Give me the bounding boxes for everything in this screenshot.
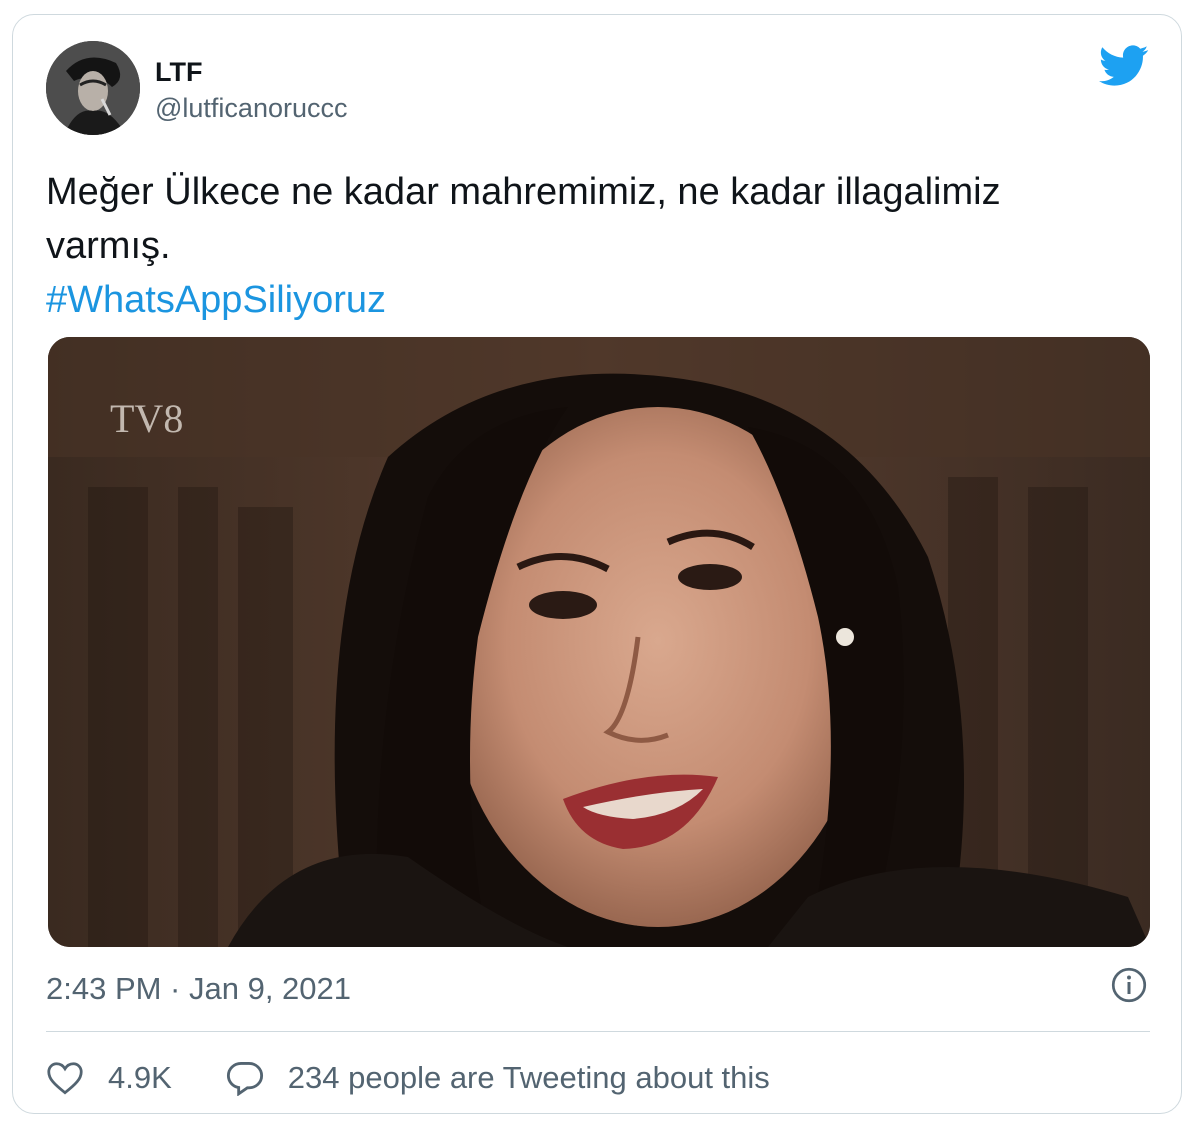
tweet-card: LTF @lutficanoruccc Meğer Ülkece ne kada… — [12, 14, 1182, 1114]
info-icon[interactable] — [1111, 967, 1147, 1003]
author-display-name[interactable]: LTF — [155, 57, 202, 88]
author-avatar[interactable] — [46, 41, 140, 135]
author-handle[interactable]: @lutficanoruccc — [155, 93, 347, 124]
avatar-photo-icon — [46, 41, 140, 135]
tweet-text-line-2: varmış. — [46, 225, 171, 267]
heart-icon[interactable] — [46, 1061, 84, 1095]
tweet-timestamp[interactable]: 2:43 PM · Jan 9, 2021 — [46, 971, 351, 1007]
hashtag-link[interactable]: #WhatsAppSiliyoruz — [46, 273, 1146, 327]
tweet-text-line-1: Meğer Ülkece ne kadar mahremimiz, ne kad… — [46, 171, 1001, 213]
tweet-actions: 4.9K 234 people are Tweeting about this — [46, 1055, 770, 1101]
like-count[interactable]: 4.9K — [108, 1060, 172, 1096]
video-still-image: TV8 — [48, 337, 1150, 947]
divider — [46, 1031, 1150, 1032]
discussion-text: 234 people are Tweeting about this — [287, 1060, 770, 1095]
discussion-link[interactable]: 234 people are Tweeting about this — [226, 1060, 770, 1096]
speech-bubble-icon — [226, 1062, 263, 1096]
channel-watermark: TV8 — [110, 396, 183, 441]
tweet-media-image[interactable]: TV8 — [48, 337, 1150, 947]
twitter-bird-icon[interactable] — [1099, 45, 1149, 87]
tweet-text: Meğer Ülkece ne kadar mahremimiz, ne kad… — [46, 165, 1146, 327]
